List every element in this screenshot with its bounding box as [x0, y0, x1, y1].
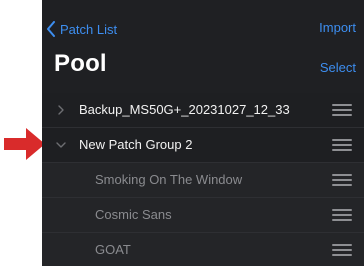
chevron-down-icon[interactable]	[56, 128, 66, 162]
list-item-backup-group[interactable]: Backup_MS50G+_20231027_12_33	[42, 93, 364, 128]
list-item-label: Cosmic Sans	[95, 207, 172, 222]
back-button-label: Patch List	[60, 21, 118, 37]
list-item-new-patch-group-2[interactable]: New Patch Group 2	[42, 128, 364, 163]
list-item-label: GOAT	[95, 242, 131, 257]
import-button[interactable]: Import	[319, 20, 356, 35]
list-item-label: New Patch Group 2	[79, 137, 193, 152]
select-button[interactable]: Select	[320, 60, 356, 75]
chevron-right-icon[interactable]	[56, 93, 66, 127]
list-item-label: Smoking On The Window	[95, 172, 243, 187]
reorder-handle-icon[interactable]	[332, 209, 352, 221]
list-item-patch[interactable]: Smoking On The Window	[42, 163, 364, 198]
page-title: Pool	[54, 50, 107, 77]
red-arrow-icon	[4, 127, 46, 161]
stage: Patch List Import Pool Select Backup_MS5…	[0, 0, 364, 266]
app-screen: Patch List Import Pool Select Backup_MS5…	[42, 0, 364, 266]
reorder-handle-icon[interactable]	[332, 139, 352, 151]
navigation-bar: Patch List Import Pool Select	[42, 0, 364, 93]
back-button[interactable]: Patch List	[46, 18, 117, 40]
chevron-left-icon	[47, 21, 55, 37]
reorder-handle-icon[interactable]	[332, 104, 352, 116]
list-item-patch[interactable]: Cosmic Sans	[42, 198, 364, 233]
list-item-patch[interactable]: GOAT	[42, 233, 364, 266]
list-item-label: Backup_MS50G+_20231027_12_33	[79, 102, 290, 117]
patch-list: Backup_MS50G+_20231027_12_33 New Patch G…	[42, 93, 364, 266]
reorder-handle-icon[interactable]	[332, 174, 352, 186]
reorder-handle-icon[interactable]	[332, 244, 352, 256]
